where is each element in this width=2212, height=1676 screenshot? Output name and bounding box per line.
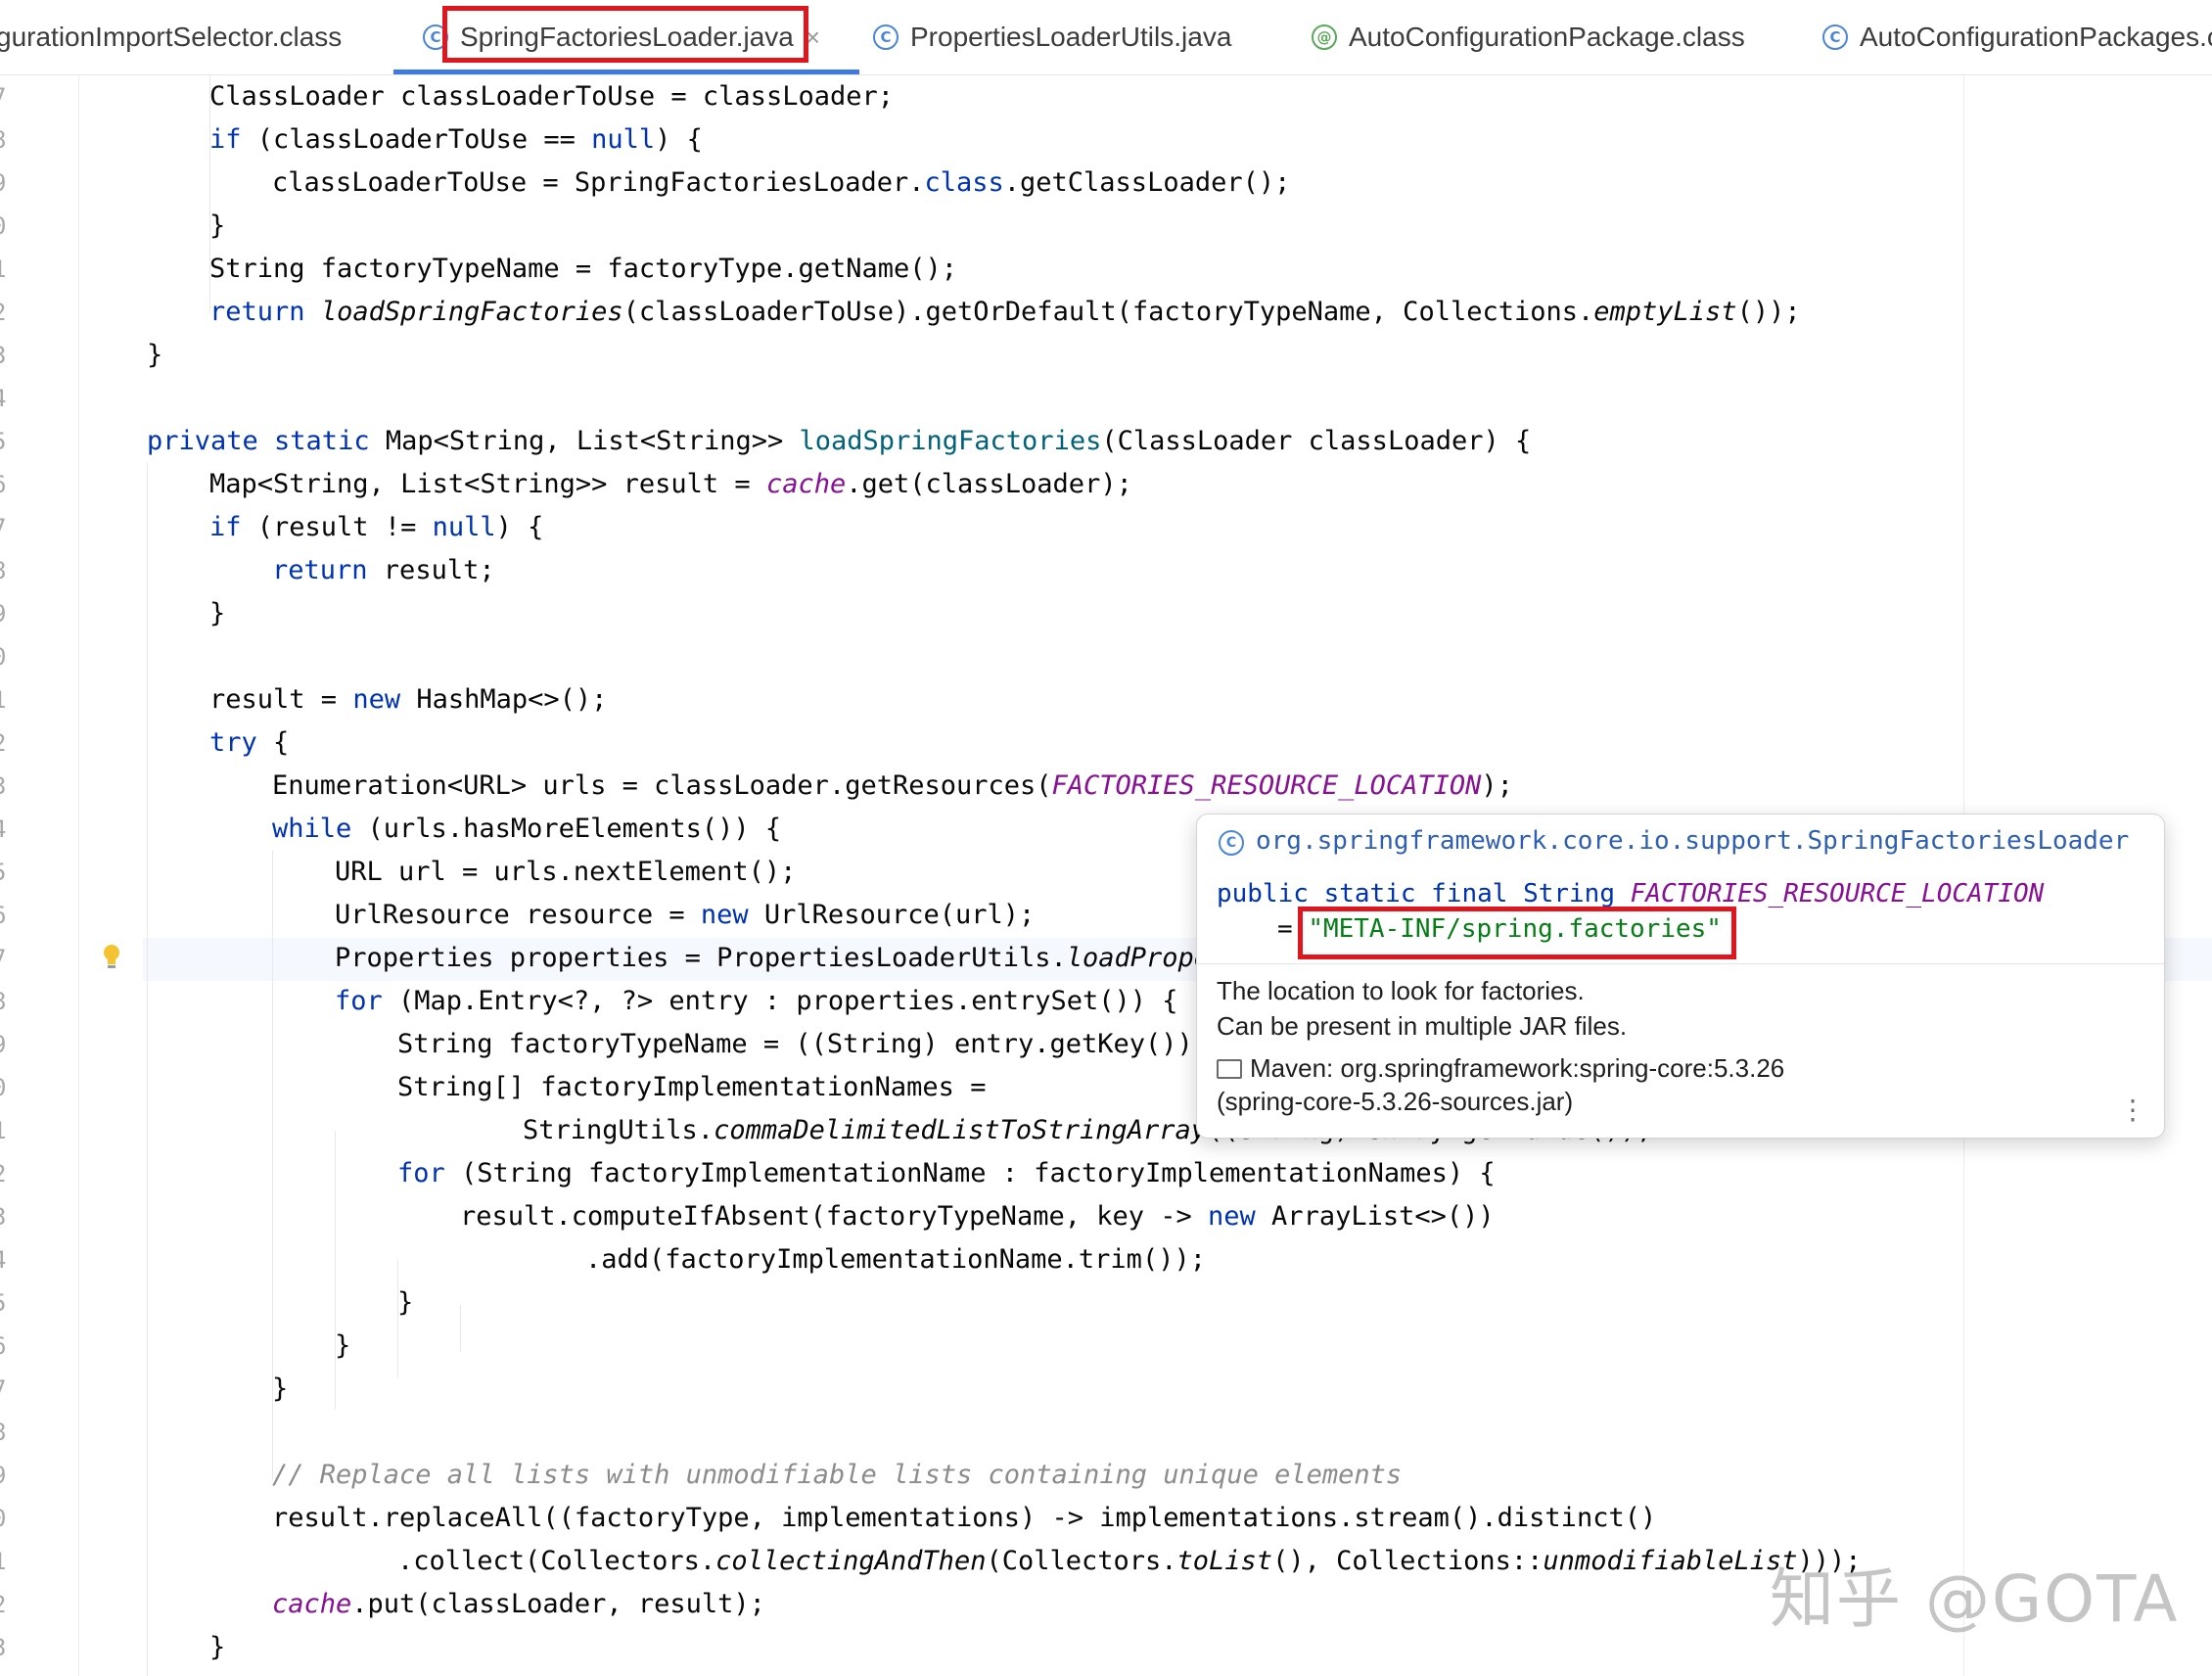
code-line: 8return result; <box>0 549 2212 592</box>
code-line: 3result.computeIfAbsent(factoryTypeName,… <box>0 1195 2212 1238</box>
class-fqcn-link[interactable]: org.springframework.core.io.support.Spri… <box>1256 826 2129 856</box>
line-number: 3 <box>0 1626 12 1669</box>
line-number: 0 <box>0 205 12 248</box>
tab-auto-configuration-package[interactable]: @ AutoConfigurationPackage.class <box>1312 0 1745 74</box>
code-line: 7} <box>0 1368 2212 1411</box>
watermark: 知乎 @GOTA <box>1770 1561 2180 1637</box>
line-number: 2 <box>0 291 12 334</box>
library-folder-icon <box>1217 1059 1242 1079</box>
source-jar: (spring-core-5.3.26-sources.jar) <box>1217 1087 1574 1116</box>
line-number: 6 <box>0 894 12 937</box>
line-number: 7 <box>0 1368 12 1411</box>
line-number: 1 <box>0 1109 12 1152</box>
class-icon: C <box>423 24 448 50</box>
tab-label: AutoConfigurationPackage.class <box>1349 22 1745 52</box>
line-number: 5 <box>0 1281 12 1325</box>
lightbulb-icon[interactable] <box>102 943 121 972</box>
code-line: 9} <box>0 592 2212 635</box>
tab-label: SpringFactoriesLoader.java <box>460 22 794 52</box>
code-line: 1result = new HashMap<>(); <box>0 678 2212 722</box>
code-line: 8if (classLoaderToUse == null) { <box>0 118 2212 162</box>
annotation-icon: @ <box>1312 24 1337 50</box>
line-number: 2 <box>0 1583 12 1626</box>
popup-library-info: Maven: org.springframework:spring-core:5… <box>1217 1051 1784 1118</box>
code-line: 8 <box>0 1411 2212 1454</box>
code-line: 5} <box>0 1281 2212 1325</box>
class-icon: C <box>1219 830 1244 856</box>
line-number: 8 <box>0 549 12 592</box>
line-number: 6 <box>0 463 12 506</box>
line-number: 8 <box>0 118 12 162</box>
code-line: 4.add(factoryImplementationName.trim()); <box>0 1238 2212 1281</box>
tab-label: gurationImportSelector.class <box>0 22 343 52</box>
field-value: "META-INF/spring.factories" <box>1308 914 1722 944</box>
tab-properties-loader-utils[interactable]: C PropertiesLoaderUtils.java <box>873 0 1231 74</box>
line-number: 6 <box>0 1325 12 1368</box>
line-number: 7 <box>0 506 12 549</box>
line-number: 7 <box>0 937 12 980</box>
tab-label: AutoConfigurationPackages.c <box>1860 22 2212 52</box>
line-number: 7 <box>0 75 12 118</box>
class-icon: C <box>1822 24 1848 50</box>
line-number: 1 <box>0 678 12 722</box>
line-number: 0 <box>0 1066 12 1109</box>
line-number: 8 <box>0 980 12 1023</box>
code-line: 0result.replaceAll((factoryType, impleme… <box>0 1497 2212 1540</box>
description-line: Can be present in multiple JAR files. <box>1217 1011 1628 1041</box>
line-number: 1 <box>0 1540 12 1583</box>
code-line: 6Map<String, List<String>> result = cach… <box>0 463 2212 506</box>
code-line: 4 <box>0 377 2212 420</box>
line-number: 3 <box>0 1195 12 1238</box>
line-number: 5 <box>0 420 12 463</box>
code-line: 0 <box>0 635 2212 678</box>
tab-spring-factories-loader[interactable]: C SpringFactoriesLoader.java × <box>392 0 860 74</box>
code-line: 0} <box>0 205 2212 248</box>
code-line: 2return loadSpringFactories(classLoaderT… <box>0 291 2212 334</box>
tab-label: PropertiesLoaderUtils.java <box>910 22 1232 52</box>
close-icon[interactable]: × <box>806 23 820 53</box>
equals-sign: = <box>1277 914 1309 944</box>
line-number: 4 <box>0 377 12 420</box>
code-line: 7ClassLoader classLoaderToUse = classLoa… <box>0 75 2212 118</box>
code-line: 2try { <box>0 722 2212 765</box>
declaration-modifiers: public static final String <box>1217 879 1631 908</box>
line-number: 3 <box>0 765 12 808</box>
line-number: 4 <box>0 1238 12 1281</box>
line-number: 5 <box>0 851 12 894</box>
code-line: 1String factoryTypeName = factoryType.ge… <box>0 248 2212 291</box>
code-line: 3} <box>0 334 2212 377</box>
line-number: 9 <box>0 1023 12 1066</box>
line-number: 2 <box>0 1152 12 1195</box>
line-number: 0 <box>0 1497 12 1540</box>
code-line: 9// Replace all lists with unmodifiable … <box>0 1454 2212 1497</box>
description-line: The location to look for factories. <box>1217 976 1585 1005</box>
code-line: 9classLoaderToUse = SpringFactoriesLoade… <box>0 162 2212 205</box>
code-line: 6} <box>0 1325 2212 1368</box>
quick-documentation-popup[interactable]: C org.springframework.core.io.support.Sp… <box>1196 814 2165 1139</box>
tab-auto-configuration-packages[interactable]: C AutoConfigurationPackages.c <box>1822 0 2212 74</box>
editor-tab-bar: gurationImportSelector.class C SpringFac… <box>0 0 2212 75</box>
field-name: FACTORIES_RESOURCE_LOCATION <box>1630 879 2045 908</box>
code-line: 2for (String factoryImplementationName :… <box>0 1152 2212 1195</box>
line-number: 8 <box>0 1411 12 1454</box>
line-number: 3 <box>0 334 12 377</box>
field-declaration: public static final String FACTORIES_RES… <box>1217 879 2044 908</box>
line-number: 4 <box>0 808 12 851</box>
line-number: 1 <box>0 248 12 291</box>
field-value-line: = "META-INF/spring.factories" <box>1277 914 1722 944</box>
code-line: 5private static Map<String, List<String>… <box>0 420 2212 463</box>
class-icon: C <box>873 24 899 50</box>
code-line: 7if (result != null) { <box>0 506 2212 549</box>
line-number: 2 <box>0 722 12 765</box>
tab-configuration-import-selector[interactable]: gurationImportSelector.class <box>0 0 342 74</box>
maven-coordinates: Maven: org.springframework:spring-core:5… <box>1250 1053 1785 1083</box>
line-number: 9 <box>0 1454 12 1497</box>
code-line: 3Enumeration<URL> urls = classLoader.get… <box>0 765 2212 808</box>
popup-declaration: C org.springframework.core.io.support.Sp… <box>1197 815 2164 964</box>
line-number: 9 <box>0 592 12 635</box>
line-number: 9 <box>0 162 12 205</box>
line-number: 0 <box>0 635 12 678</box>
more-options-icon[interactable]: ⋮ <box>2119 1094 2146 1126</box>
popup-description: The location to look for factories. Can … <box>1217 973 1627 1044</box>
